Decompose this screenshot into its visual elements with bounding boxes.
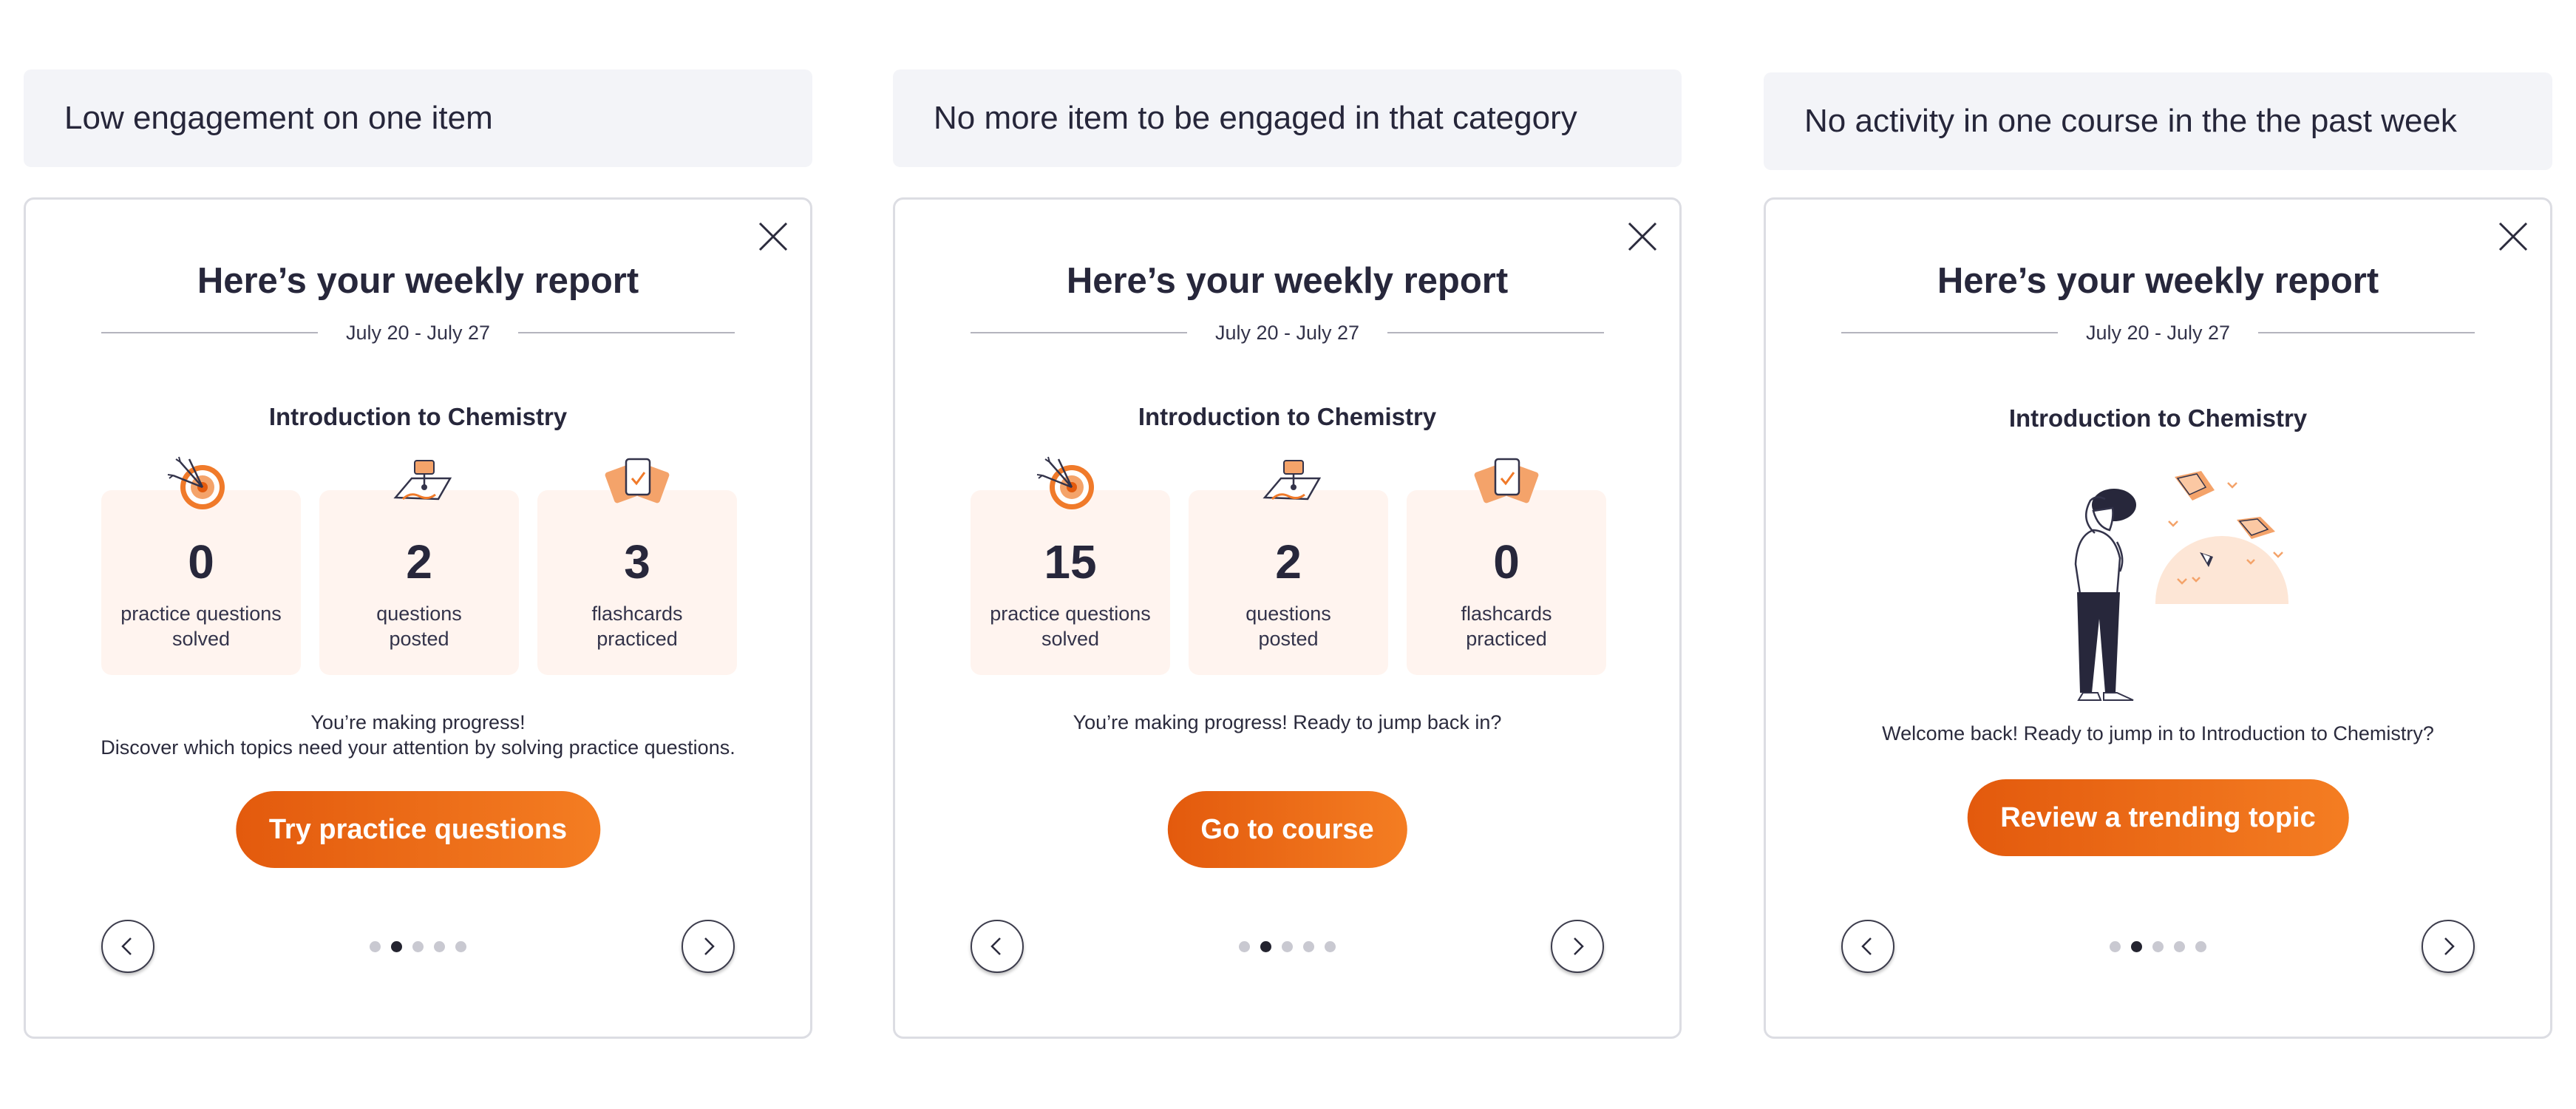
course-name: Introduction to Chemistry: [1138, 403, 1437, 430]
stat-value: 2: [1275, 535, 1302, 589]
pager-dot[interactable]: [1303, 941, 1314, 952]
try-practice-questions-button[interactable]: Try practice questions: [235, 791, 601, 868]
date-range-divider: July 20 - July 27: [101, 319, 735, 346]
pager-dot[interactable]: [1282, 941, 1293, 952]
pager-dot[interactable]: [2110, 941, 2121, 952]
stats-row: 15 practice questions solved 2 questions p…: [971, 456, 1606, 675]
pager-dot-active[interactable]: [391, 941, 402, 952]
pager-dot[interactable]: [2195, 941, 2206, 952]
close-icon[interactable]: [2497, 220, 2529, 253]
progress-message: You’re making progress! Discover which to…: [101, 711, 735, 759]
report-title: Here’s your weekly report: [197, 261, 639, 301]
pager-dot[interactable]: [412, 941, 424, 952]
date-range-divider: July 20 - July 27: [1841, 319, 2475, 346]
stat-label: practice questions solved: [120, 603, 282, 650]
next-button[interactable]: [682, 920, 735, 973]
date-range: July 20 - July 27: [1214, 321, 1360, 344]
weekly-report-card: Here’s your weekly report July 20 - July…: [893, 197, 1682, 1039]
divider-line: [1387, 332, 1604, 333]
course-name: Introduction to Chemistry: [2008, 404, 2308, 432]
target-icon: [1036, 456, 1094, 509]
stat-practice-questions: 15 practice questions solved: [971, 456, 1170, 675]
pager-dot[interactable]: [2174, 941, 2185, 952]
pager-dot-active[interactable]: [1260, 941, 1271, 952]
pager-dot[interactable]: [1325, 941, 1336, 952]
scenario-banner: No more item to be engaged in that categ…: [893, 69, 1682, 167]
map-question-icon: [1262, 460, 1322, 501]
scenario-banner: Low engagement on one item: [24, 69, 812, 167]
map-question-icon: [393, 460, 452, 501]
person-looking-at-sunrise-illustration: [2074, 471, 2288, 701]
next-button[interactable]: [2422, 920, 2475, 973]
pager-dot[interactable]: [1239, 941, 1250, 952]
stat-label: questions posted: [376, 603, 462, 650]
report-title: Here’s your weekly report: [1937, 261, 2379, 301]
close-icon[interactable]: [757, 220, 789, 253]
pager-dot-active[interactable]: [2131, 941, 2142, 952]
stats-row: 0 practice questions solved 2 questions po…: [101, 456, 737, 675]
weekly-report-card: Here’s your weekly report July 20 - July…: [1764, 197, 2552, 1039]
chevron-right-icon: [2444, 937, 2455, 955]
stat-practice-questions: 0 practice questions solved: [101, 456, 301, 675]
flashcards-icon: [605, 458, 670, 503]
divider-line: [518, 332, 735, 333]
stat-label: questions posted: [1245, 603, 1331, 650]
stat-label: practice questions solved: [990, 603, 1151, 650]
scenario-banner: No activity in one course in the the pas…: [1764, 72, 2552, 170]
stat-label: flashcards practiced: [1461, 603, 1552, 650]
divider-line: [1841, 332, 2058, 333]
pager-dot[interactable]: [434, 941, 445, 952]
review-trending-topic-button[interactable]: Review a trending topic: [1967, 779, 2349, 856]
weekly-report-card: Here’s your weekly report July 20 - July…: [24, 197, 812, 1039]
course-name: Introduction to Chemistry: [268, 403, 568, 430]
close-icon[interactable]: [1626, 220, 1659, 253]
date-range: July 20 - July 27: [345, 321, 491, 344]
stat-questions-posted: 2 questions posted: [1189, 460, 1388, 675]
stat-value: 0: [1493, 535, 1520, 589]
stat-value: 0: [188, 535, 214, 589]
pager-dot[interactable]: [455, 941, 466, 952]
stat-flashcards: 3 flashcards practiced: [537, 458, 737, 675]
panel-low-engagement: Low engagement on one item Here’s your w…: [24, 0, 812, 1109]
progress-message: You’re making progress! Ready to jump ba…: [1073, 711, 1502, 733]
report-title: Here’s your weekly report: [1066, 261, 1509, 301]
next-button[interactable]: [1551, 920, 1604, 973]
date-range: July 20 - July 27: [2085, 321, 2231, 344]
chevron-right-icon: [704, 937, 715, 955]
flashcards-icon: [1474, 458, 1539, 503]
stat-questions-posted: 2 questions posted: [319, 460, 519, 675]
pager-dot[interactable]: [370, 941, 381, 952]
divider-line: [101, 332, 318, 333]
target-icon: [167, 456, 225, 509]
stat-flashcards: 0 flashcards practiced: [1407, 458, 1606, 675]
stat-label: flashcards practiced: [591, 603, 683, 650]
chevron-right-icon: [1574, 937, 1584, 955]
stat-value: 15: [1044, 535, 1097, 589]
panel-no-activity: No activity in one course in the the pas…: [1764, 0, 2552, 1109]
pager-dot[interactable]: [2152, 941, 2164, 952]
stat-value: 3: [624, 535, 650, 589]
divider-line: [971, 332, 1187, 333]
go-to-course-button[interactable]: Go to course: [1167, 791, 1407, 868]
welcome-message: Welcome back! Ready to jump in to Introd…: [1882, 722, 2434, 745]
date-range-divider: July 20 - July 27: [971, 319, 1604, 346]
stat-value: 2: [406, 535, 432, 589]
divider-line: [2258, 332, 2475, 333]
panel-no-more-items: No more item to be engaged in that categ…: [893, 0, 1682, 1109]
